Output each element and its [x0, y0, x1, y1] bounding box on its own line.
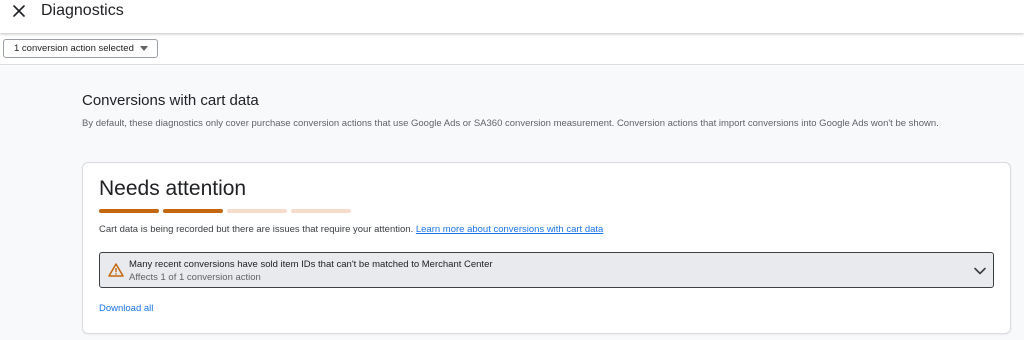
chevron-down-icon[interactable] [973, 264, 987, 278]
status-title: Needs attention [99, 177, 247, 200]
close-icon [13, 5, 25, 17]
main-content: Conversions with cart data By default, t… [0, 66, 1024, 340]
progress-segment [227, 209, 287, 213]
app-header: Diagnostics [0, 0, 1024, 33]
close-button[interactable] [10, 2, 28, 20]
filter-bar: 1 conversion action selected [0, 34, 1024, 65]
filter-label: 1 conversion action selected [14, 43, 134, 54]
issue-title: Many recent conversions have sold item I… [129, 259, 493, 270]
issue-subtitle: Affects 1 of 1 conversion action [129, 272, 261, 283]
learn-more-link[interactable]: Learn more about conversions with cart d… [416, 224, 603, 235]
status-progress [99, 209, 351, 213]
status-message-row: Cart data is being recorded but there ar… [99, 224, 603, 235]
caret-down-icon [139, 46, 148, 51]
warning-icon [108, 263, 124, 277]
progress-segment [291, 209, 351, 213]
section-description: By default, these diagnostics only cover… [82, 118, 939, 129]
status-message: Cart data is being recorded but there ar… [99, 224, 414, 235]
progress-segment [163, 209, 223, 213]
status-card: Needs attention Cart data is being recor… [82, 162, 1011, 334]
download-all-link[interactable]: Download all [99, 303, 153, 314]
page-title: Diagnostics [41, 2, 124, 19]
section-title: Conversions with cart data [82, 92, 259, 109]
progress-segment [99, 209, 159, 213]
conversion-action-filter[interactable]: 1 conversion action selected [3, 39, 158, 58]
issue-row[interactable]: Many recent conversions have sold item I… [99, 252, 994, 288]
